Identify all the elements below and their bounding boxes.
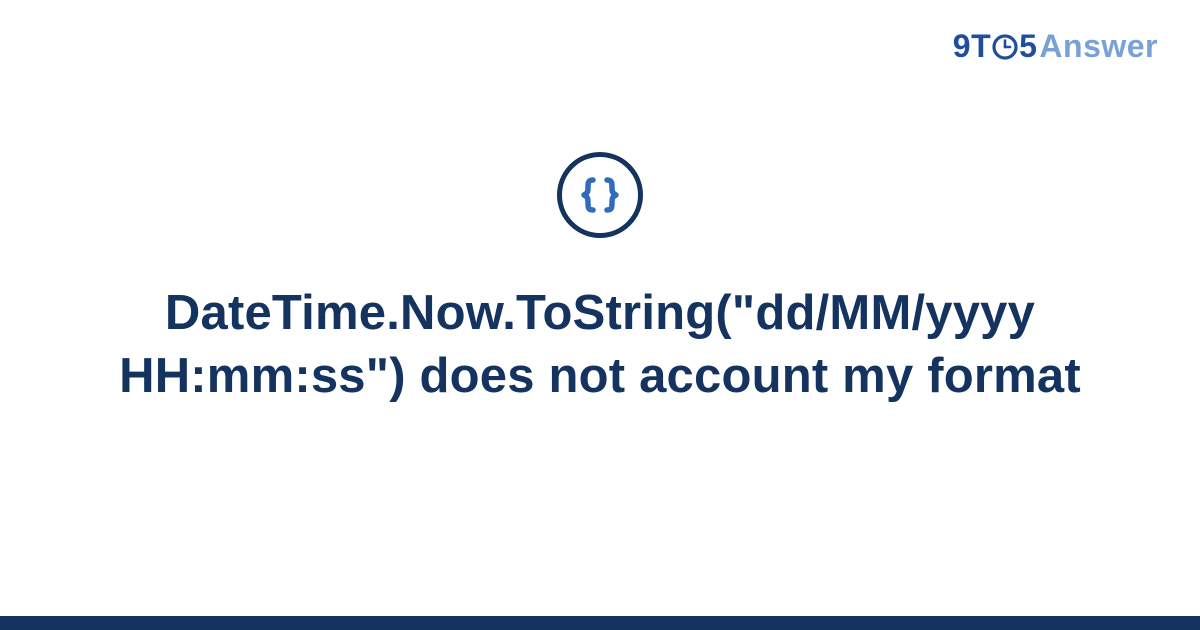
- page-title: DateTime.Now.ToString("dd/MM/yyyy HH:mm:…: [40, 282, 1160, 407]
- content-area: DateTime.Now.ToString("dd/MM/yyyy HH:mm:…: [0, 0, 1200, 630]
- code-braces-icon: [575, 170, 625, 220]
- category-badge: [557, 152, 643, 238]
- footer-accent-bar: [0, 616, 1200, 630]
